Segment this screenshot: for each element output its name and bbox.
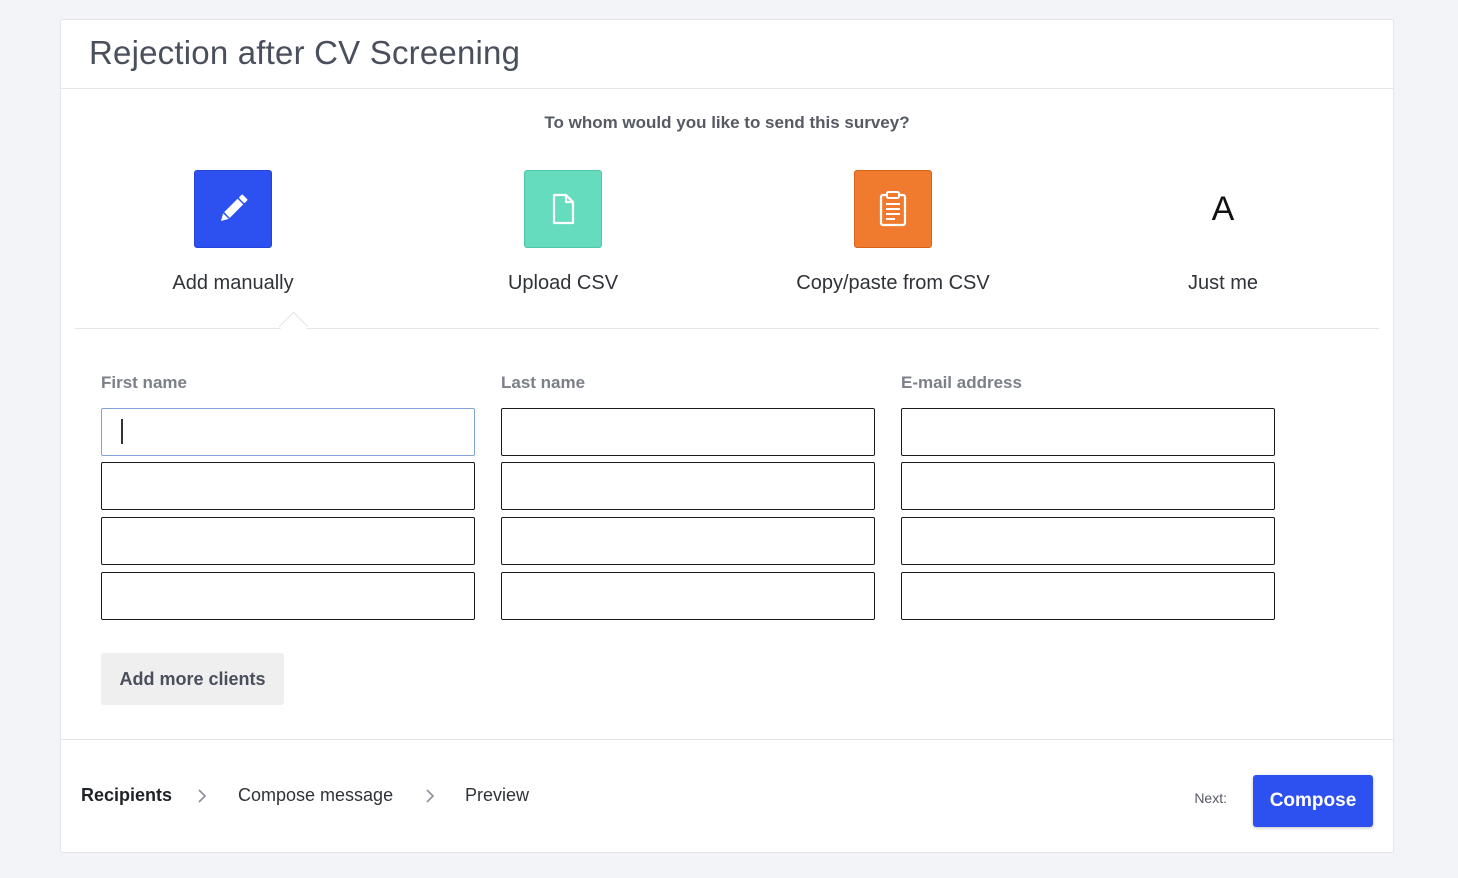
add-more-clients-button[interactable]: Add more clients — [101, 653, 284, 705]
option-add-manually[interactable]: Add manually — [103, 170, 363, 295]
step-recipients[interactable]: Recipients — [81, 785, 172, 806]
file-icon — [524, 170, 602, 248]
option-label: Add manually — [172, 272, 294, 294]
pencil-icon — [194, 170, 272, 248]
text-caret — [121, 419, 123, 444]
last-name-label: Last name — [501, 373, 586, 392]
option-just-me[interactable]: A Just me — [1093, 170, 1353, 295]
step-preview[interactable]: Preview — [465, 785, 529, 806]
letter-a-icon: A — [1211, 189, 1235, 228]
last-name-field[interactable] — [501, 572, 875, 620]
first-name-label: First name — [101, 373, 187, 392]
option-label: Upload CSV — [507, 272, 619, 294]
survey-card: Rejection after CV Screening To whom wou… — [60, 19, 1394, 853]
compose-button[interactable]: Compose — [1253, 775, 1373, 827]
recipients-question: To whom would you like to send this surv… — [544, 113, 910, 132]
first-name-field[interactable] — [101, 517, 475, 565]
first-name-field[interactable] — [101, 462, 475, 510]
chevron-right-icon — [426, 789, 435, 803]
last-name-field[interactable] — [501, 408, 875, 456]
options-divider — [75, 328, 1379, 329]
next-label: Next: — [1194, 790, 1227, 806]
option-upload-csv[interactable]: Upload CSV — [433, 170, 693, 295]
last-name-field[interactable] — [501, 462, 875, 510]
email-field[interactable] — [901, 517, 1275, 565]
page-title: Rejection after CV Screening — [89, 34, 521, 71]
selected-option-pointer — [278, 311, 309, 342]
option-label: Just me — [1187, 272, 1259, 294]
first-name-field[interactable] — [101, 408, 475, 456]
email-field[interactable] — [901, 408, 1275, 456]
email-label: E-mail address — [901, 373, 1022, 392]
email-field[interactable] — [901, 462, 1275, 510]
option-copy-paste-csv[interactable]: Copy/paste from CSV — [763, 170, 1023, 295]
last-name-field[interactable] — [501, 517, 875, 565]
email-field[interactable] — [901, 572, 1275, 620]
card-header: Rejection after CV Screening — [61, 20, 1393, 89]
option-label: Copy/paste from CSV — [796, 272, 990, 294]
first-name-field[interactable] — [101, 572, 475, 620]
clipboard-icon — [854, 170, 932, 248]
chevron-right-icon — [198, 789, 207, 803]
wizard-footer: Recipients Compose message Preview Next:… — [61, 739, 1393, 852]
step-compose-message[interactable]: Compose message — [238, 785, 393, 806]
